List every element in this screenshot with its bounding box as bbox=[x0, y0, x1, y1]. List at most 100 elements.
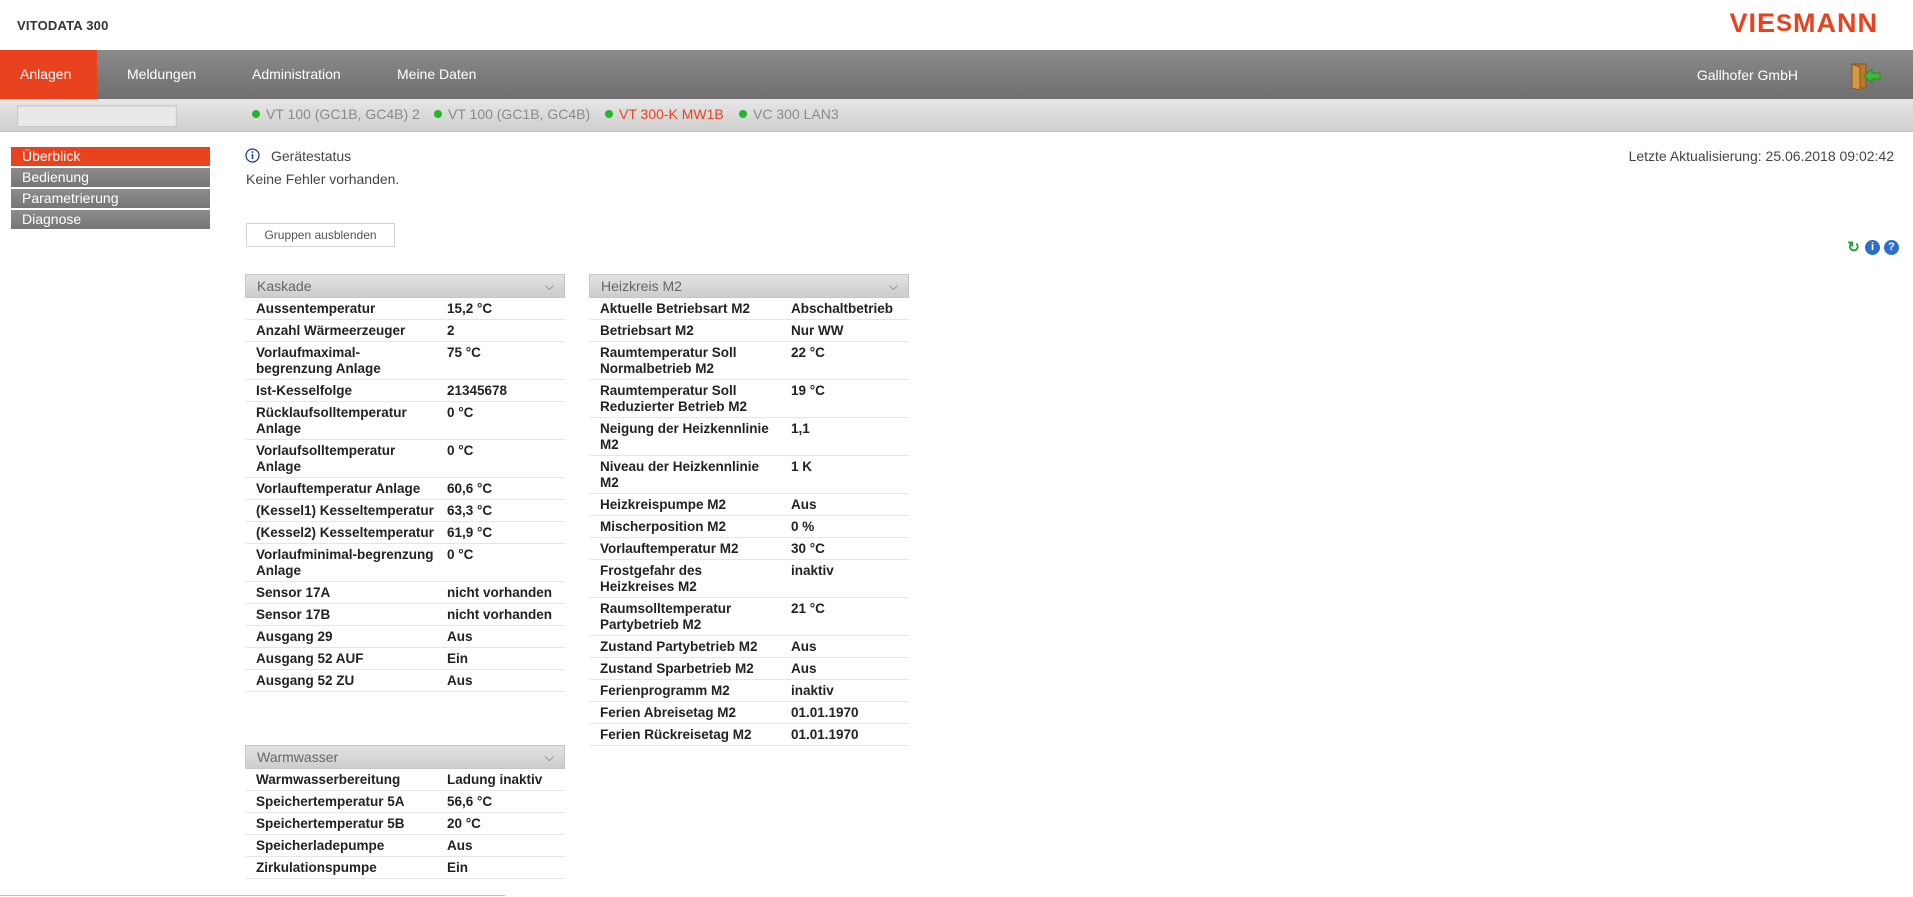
device-tab-label: VT 300-K MW1B bbox=[619, 106, 724, 122]
side-item-ueberblick[interactable]: Überblick bbox=[11, 147, 210, 166]
row-value: 19 °C bbox=[791, 383, 825, 398]
device-tab-bar: VT 100 (GC1B, GC4B) 2 VT 100 (GC1B, GC4B… bbox=[0, 99, 1913, 132]
row-label: Anzahl Wärmeerzeuger bbox=[256, 323, 406, 338]
table-row: Ausgang 52 AUF Ein bbox=[245, 648, 565, 670]
table-row: Neigung der Heizkennlinie M2 1,1 bbox=[589, 418, 909, 456]
row-value: Aus bbox=[447, 629, 473, 644]
panel-header[interactable]: Kaskade ⌵ bbox=[245, 274, 565, 298]
row-label: Sensor 17A bbox=[256, 585, 331, 600]
table-row: Ferienprogramm M2 inaktiv bbox=[589, 680, 909, 702]
help-icon[interactable]: ? bbox=[1884, 240, 1899, 255]
nav-meine-daten[interactable]: Meine Daten bbox=[375, 50, 498, 99]
main-navigation: Anlagen Meldungen Administration Meine D… bbox=[0, 50, 1913, 99]
table-row: Vorlaufsolltemperatur Anlage 0 °C bbox=[245, 440, 565, 478]
info-icon[interactable]: i bbox=[1865, 240, 1880, 255]
row-label: Vorlauftemperatur Anlage bbox=[256, 481, 421, 496]
row-value: 1,1 bbox=[791, 421, 810, 436]
row-label: (Kessel2) Kesseltemperatur bbox=[256, 525, 434, 540]
company-name: Gallhofer GmbH bbox=[1696, 67, 1798, 83]
hide-groups-button[interactable]: Gruppen ausblenden bbox=[246, 223, 395, 247]
panel-title: Warmwasser bbox=[257, 749, 339, 765]
side-item-bedienung[interactable]: Bedienung bbox=[11, 168, 210, 187]
table-row: Vorlaufminimal-begrenzung Anlage 0 °C bbox=[245, 544, 565, 582]
top-header: VITODATA 300 VIESMANN bbox=[0, 0, 1913, 50]
row-value: 20 °C bbox=[447, 816, 481, 831]
device-tab-label: VC 300 LAN3 bbox=[753, 106, 839, 122]
row-value: Aus bbox=[791, 497, 817, 512]
panel-header[interactable]: Heizkreis M2 ⌵ bbox=[589, 274, 909, 298]
row-label: Zustand Partybetrieb M2 bbox=[600, 639, 758, 654]
panel-header[interactable]: Warmwasser ⌵ bbox=[245, 745, 565, 769]
row-label: Ausgang 29 bbox=[256, 629, 333, 644]
device-status-title: Gerätestatus bbox=[271, 148, 352, 164]
row-value: Ein bbox=[447, 651, 469, 666]
row-label: Mischerposition M2 bbox=[600, 519, 727, 534]
row-value: 01.01.1970 bbox=[791, 727, 859, 742]
row-label: Ferienprogramm M2 bbox=[600, 683, 730, 698]
table-row: (Kessel1) Kesseltemperatur 63,3 °C bbox=[245, 500, 565, 522]
row-value: 0 % bbox=[791, 519, 815, 534]
online-status-icon bbox=[252, 110, 260, 118]
row-value: inaktiv bbox=[791, 683, 834, 698]
tool-icons: ↻ i? bbox=[1842, 240, 1899, 256]
row-value: 60,6 °C bbox=[447, 481, 493, 496]
device-status-icon bbox=[245, 148, 260, 163]
refresh-icon[interactable]: ↻ bbox=[1846, 240, 1861, 255]
table-row: Rücklaufsolltemperatur Anlage 0 °C bbox=[245, 402, 565, 440]
row-value: 0 °C bbox=[447, 547, 474, 562]
row-value: nicht vorhanden bbox=[447, 607, 553, 622]
row-label: Vorlauftemperatur M2 bbox=[600, 541, 739, 556]
table-row: Ausgang 29 Aus bbox=[245, 626, 565, 648]
row-value: 63,3 °C bbox=[447, 503, 493, 518]
row-label: Speichertemperatur 5A bbox=[256, 794, 405, 809]
table-row: Heizkreispumpe M2 Aus bbox=[589, 494, 909, 516]
row-value: Aus bbox=[791, 661, 817, 676]
device-tab-4[interactable]: VC 300 LAN3 bbox=[739, 106, 839, 122]
row-value: Aus bbox=[791, 639, 817, 654]
row-label: Raumtemperatur Soll Reduzierter Betrieb … bbox=[600, 383, 748, 414]
online-status-icon bbox=[605, 110, 613, 118]
row-value: 61,9 °C bbox=[447, 525, 493, 540]
device-tab-3[interactable]: VT 300-K MW1B bbox=[605, 106, 724, 122]
device-search-input[interactable] bbox=[17, 105, 177, 127]
device-tab-1[interactable]: VT 100 (GC1B, GC4B) 2 bbox=[252, 106, 420, 122]
row-label: Zirkulationspumpe bbox=[256, 860, 377, 875]
online-status-icon bbox=[434, 110, 442, 118]
table-row: Raumsolltemperatur Partybetrieb M2 21 °C bbox=[589, 598, 909, 636]
row-label: Betriebsart M2 bbox=[600, 323, 694, 338]
table-row: Speichertemperatur 5B 20 °C bbox=[245, 813, 565, 835]
chevron-down-icon: ⌵ bbox=[544, 279, 554, 293]
side-item-diagnose[interactable]: Diagnose bbox=[11, 210, 210, 229]
nav-meldungen[interactable]: Meldungen bbox=[105, 50, 218, 99]
app-title: VITODATA 300 bbox=[17, 18, 109, 33]
row-value: Ladung inaktiv bbox=[447, 772, 543, 787]
row-value: 01.01.1970 bbox=[791, 705, 859, 720]
device-status-text: Keine Fehler vorhanden. bbox=[246, 171, 400, 187]
row-label: Aussentemperatur bbox=[256, 301, 376, 316]
row-label: Heizkreispumpe M2 bbox=[600, 497, 727, 512]
table-row: Anzahl Wärmeerzeuger 2 bbox=[245, 320, 565, 342]
device-tab-label: VT 100 (GC1B, GC4B) 2 bbox=[266, 106, 420, 122]
table-row: Zirkulationspumpe Ein bbox=[245, 857, 565, 879]
nav-anlagen[interactable]: Anlagen bbox=[0, 50, 98, 99]
nav-administration[interactable]: Administration bbox=[230, 50, 363, 99]
logo-text-right: MANN bbox=[1793, 8, 1878, 38]
row-label: Vorlaufminimal-begrenzung Anlage bbox=[256, 547, 434, 578]
table-row: Mischerposition M2 0 % bbox=[589, 516, 909, 538]
table-row: Raumtemperatur Soll Reduzierter Betrieb … bbox=[589, 380, 909, 418]
table-row: Ferien Rückreisetag M2 01.01.1970 bbox=[589, 724, 909, 746]
row-value: 21345678 bbox=[447, 383, 508, 398]
side-item-parametrierung[interactable]: Parametrierung bbox=[11, 189, 210, 208]
row-label: Neigung der Heizkennlinie M2 bbox=[600, 421, 769, 452]
logout-door-icon[interactable] bbox=[1850, 62, 1882, 91]
row-label: Vorlaufsolltemperatur Anlage bbox=[256, 443, 396, 474]
device-tab-2[interactable]: VT 100 (GC1B, GC4B) bbox=[434, 106, 590, 122]
row-label: Rücklaufsolltemperatur Anlage bbox=[256, 405, 407, 436]
chevron-down-icon: ⌵ bbox=[544, 750, 554, 764]
row-value: Ein bbox=[447, 860, 469, 875]
table-row: Ferien Abreisetag M2 01.01.1970 bbox=[589, 702, 909, 724]
table-row: Niveau der Heizkennlinie M2 1 K bbox=[589, 456, 909, 494]
panel-rows: Aussentemperatur 15,2 °C Anzahl Wärmeerzeu… bbox=[245, 298, 565, 692]
table-row: Vorlauftemperatur M2 30 °C bbox=[589, 538, 909, 560]
logo-text-mid: S bbox=[1775, 10, 1793, 37]
